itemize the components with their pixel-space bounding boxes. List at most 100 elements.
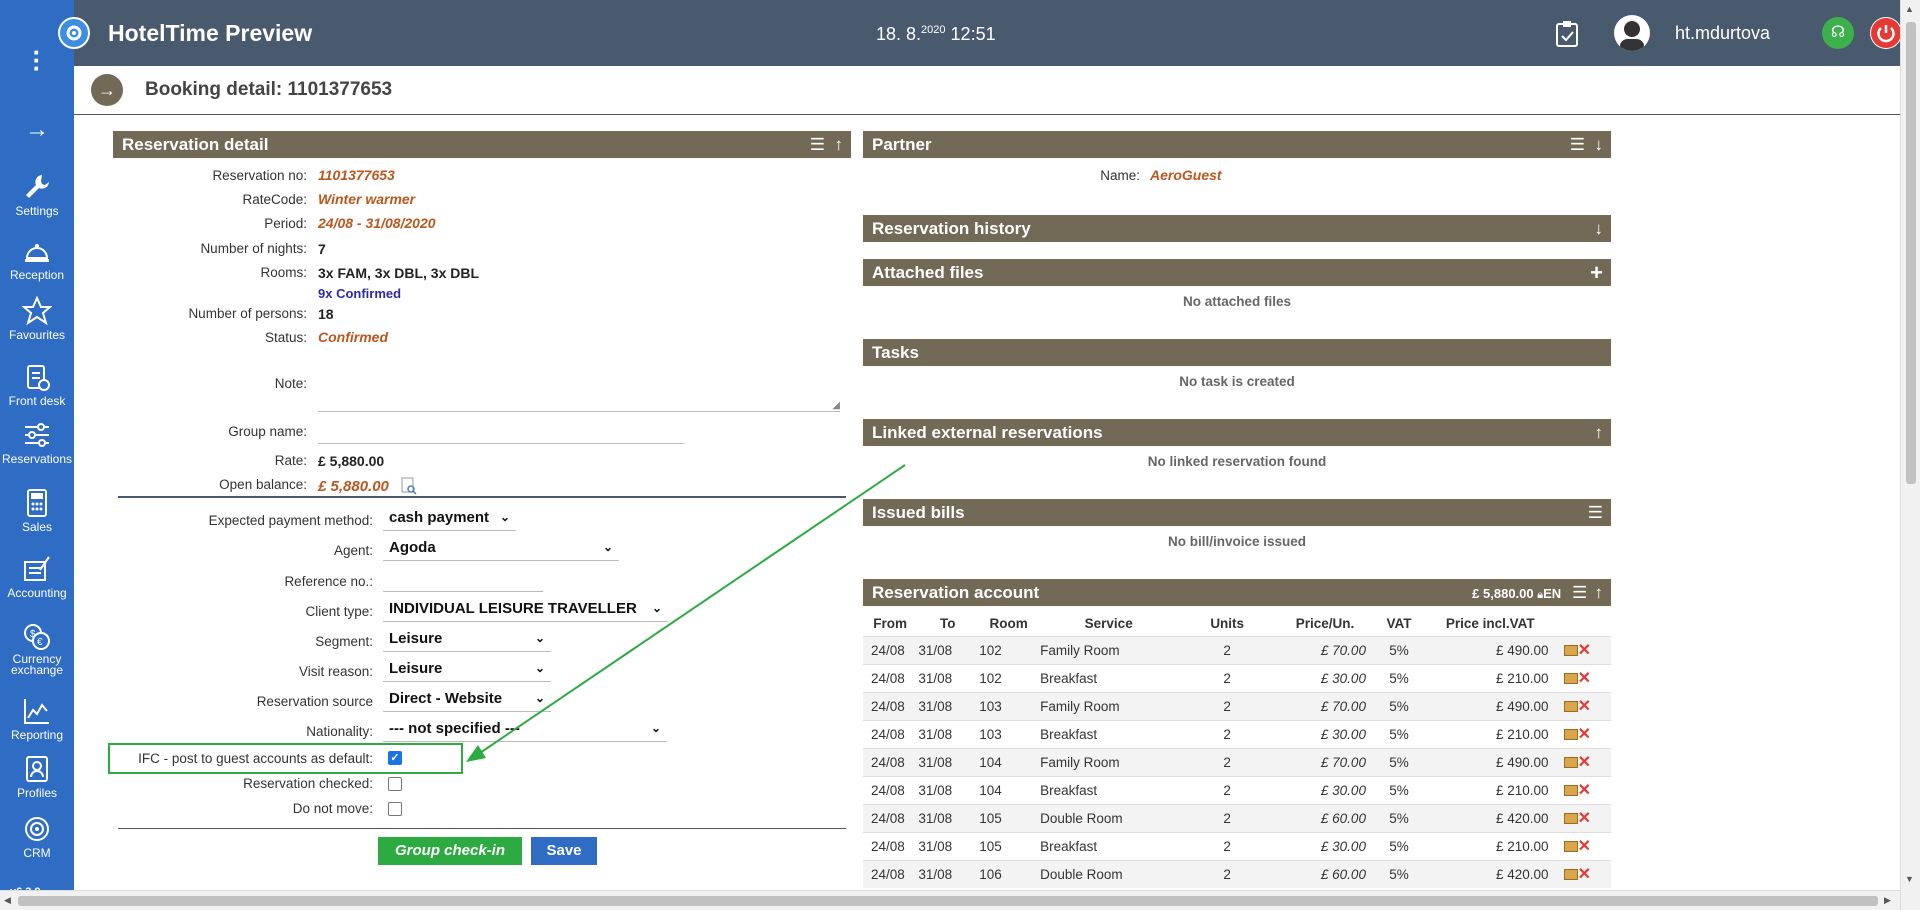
table-cell[interactable]: Breakfast [1039, 663, 1179, 692]
sidebar-item-favourites[interactable]: Favourites [0, 295, 74, 342]
table-row[interactable]: 24/08 31/08 106 Double Room 2 £ 60.00 5% £ 420.… [863, 859, 1611, 888]
delete-x-icon[interactable]: ✕ [1578, 670, 1591, 687]
clipboard-check-icon[interactable] [1554, 20, 1580, 53]
collapse-up-icon[interactable]: ↑ [1595, 583, 1604, 602]
table-row[interactable]: 24/08 31/08 103 Breakfast 2 £ 30.00 5% £ 210.00… [863, 719, 1611, 748]
sidebar-item-accounting[interactable]: Accounting [0, 554, 74, 600]
delete-x-icon[interactable]: ✕ [1578, 642, 1591, 659]
scroll-thumb[interactable] [1906, 22, 1916, 484]
table-cell[interactable]: Double Room [1039, 859, 1179, 888]
table-cell[interactable]: Family Room [1039, 691, 1179, 720]
menu-icon[interactable]: ☰ [810, 135, 825, 154]
wrench-icon [22, 172, 52, 202]
sidebar-item-settings[interactable]: Settings [0, 172, 74, 218]
delete-x-icon[interactable]: ✕ [1578, 810, 1591, 827]
table-cell[interactable]: £ 210.00 [1423, 831, 1557, 860]
horizontal-scrollbar[interactable]: ◀ ▶ [0, 890, 1900, 910]
table-cell[interactable]: £ 420.00 [1423, 803, 1557, 832]
delete-x-icon[interactable]: ✕ [1578, 698, 1591, 715]
language-code[interactable]: EN [1543, 586, 1561, 601]
table-cell[interactable]: £ 420.00 [1423, 859, 1557, 888]
sidebar-item-reporting[interactable]: Reporting [0, 696, 74, 742]
table-cell[interactable]: Double Room [1039, 803, 1179, 832]
collapse-up-icon[interactable]: ↑ [1595, 423, 1604, 442]
group-name-label: Group name: [228, 424, 307, 439]
add-plus-icon[interactable]: + [1590, 259, 1603, 286]
delete-x-icon[interactable]: ✕ [1578, 754, 1591, 771]
table-cell[interactable]: Family Room [1039, 635, 1179, 664]
table-row[interactable]: 24/08 31/08 105 Double Room 2 £ 60.00 5% £ 420.… [863, 803, 1611, 832]
edit-folder-icon[interactable] [1563, 728, 1578, 740]
sidebar-item-reservations[interactable]: Reservations [0, 420, 74, 466]
edit-folder-icon[interactable] [1563, 756, 1578, 768]
edit-folder-icon[interactable] [1563, 868, 1578, 880]
edit-folder-icon[interactable] [1563, 700, 1578, 712]
group-checkin-button[interactable]: Group check-in [378, 837, 522, 865]
delete-x-icon[interactable]: ✕ [1578, 866, 1591, 883]
app-logo-icon[interactable] [58, 17, 90, 49]
table-cell[interactable]: £ 210.00 [1423, 775, 1557, 804]
table-cell[interactable]: Breakfast [1039, 719, 1179, 748]
delete-x-icon[interactable]: ✕ [1578, 726, 1591, 743]
collapse-up-icon[interactable]: ↑ [835, 135, 844, 154]
table-row[interactable]: 24/08 31/08 105 Breakfast 2 £ 30.00 5% £ 210.00… [863, 831, 1611, 860]
scroll-thumb-h[interactable] [18, 896, 1878, 906]
table-cell[interactable]: £ 490.00 [1423, 691, 1557, 720]
status-value: Confirmed [318, 329, 388, 345]
sidebar-item-profiles[interactable]: Profiles [0, 754, 74, 800]
edit-folder-icon[interactable] [1563, 812, 1578, 824]
scroll-right-arrow-icon[interactable]: ▶ [1884, 895, 1891, 906]
vertical-scrollbar[interactable]: ▲ ▼ [1900, 0, 1920, 910]
edit-folder-icon[interactable] [1563, 672, 1578, 684]
sidebar-item-front-desk[interactable]: Front desk [0, 362, 74, 408]
support-headset-icon[interactable]: ☊ [1822, 17, 1854, 49]
sidebar-item-reception[interactable]: Reception [0, 236, 74, 282]
table-cell[interactable]: £ 490.00 [1423, 747, 1557, 776]
logout-power-icon[interactable] [1870, 17, 1902, 49]
scroll-down-arrow-icon[interactable]: ▼ [1905, 874, 1914, 884]
rooms-status-link[interactable]: 9x Confirmed [318, 286, 401, 301]
resize-handle-icon[interactable]: ◢ [832, 400, 840, 411]
table-cell[interactable]: £ 490.00 [1423, 635, 1557, 664]
partner-header: Partner ☰ ↓ [863, 131, 1611, 158]
back-arrow-button[interactable]: → [91, 74, 123, 106]
ifc-checkbox[interactable]: ✓ [388, 751, 402, 765]
delete-x-icon[interactable]: ✕ [1578, 782, 1591, 799]
reservation-checked-checkbox[interactable] [388, 777, 402, 791]
note-textarea[interactable]: ◢ [318, 368, 840, 412]
menu-icon[interactable]: ☰ [1572, 583, 1587, 602]
table-cell[interactable]: Breakfast [1039, 831, 1179, 860]
table-row[interactable]: 24/08 31/08 104 Family Room 2 £ 70.00 5% £ 490.… [863, 747, 1611, 776]
do-not-move-checkbox[interactable] [388, 802, 402, 816]
sidebar-item-crm[interactable]: CRM [0, 814, 74, 860]
edit-folder-icon[interactable] [1563, 644, 1578, 656]
delete-x-icon[interactable]: ✕ [1578, 838, 1591, 855]
sidebar-item-label: Favourites [8, 328, 66, 342]
table-cell[interactable]: Breakfast [1039, 775, 1179, 804]
table-row[interactable]: 24/08 31/08 103 Family Room 2 £ 70.00 5% £ 490.… [863, 691, 1611, 720]
menu-icon[interactable]: ☰ [1570, 135, 1585, 154]
linked-empty-text: No linked reservation found [1147, 454, 1327, 469]
edit-folder-icon[interactable] [1563, 784, 1578, 796]
group-name-input[interactable] [318, 424, 684, 444]
table-cell[interactable]: £ 210.00 [1423, 719, 1557, 748]
scroll-up-arrow-icon[interactable]: ▲ [1905, 4, 1914, 14]
table-row[interactable]: 24/08 31/08 104 Breakfast 2 £ 30.00 5% £ 210.00… [863, 775, 1611, 804]
table-row[interactable]: 24/08 31/08 102 Breakfast 2 £ 30.00 5% £ 210.00… [863, 663, 1611, 692]
sidebar-item-sales[interactable]: Sales [0, 488, 74, 534]
expand-down-icon[interactable]: ↓ [1595, 219, 1604, 238]
edit-folder-icon[interactable] [1563, 840, 1578, 852]
menu-dots-icon[interactable]: · · · [0, 39, 74, 81]
menu-icon[interactable]: ☰ [1588, 503, 1603, 522]
sidebar-item-currency-exchange[interactable]: $ € Currency exchange [0, 622, 74, 677]
expand-down-icon[interactable]: ↓ [1595, 135, 1604, 154]
table-cell[interactable]: £ 210.00 [1423, 663, 1557, 692]
table-cell[interactable]: Family Room [1039, 747, 1179, 776]
table-cell: 5% [1373, 635, 1424, 664]
expand-arrow-icon[interactable]: → [0, 116, 74, 144]
scroll-left-arrow-icon[interactable]: ◀ [4, 895, 11, 906]
username[interactable]: ht.mdurtova [1675, 23, 1770, 44]
user-avatar[interactable] [1614, 15, 1650, 51]
save-button[interactable]: Save [531, 837, 597, 865]
table-row[interactable]: 24/08 31/08 102 Family Room 2 £ 70.00 5% £ 490.… [863, 635, 1611, 664]
